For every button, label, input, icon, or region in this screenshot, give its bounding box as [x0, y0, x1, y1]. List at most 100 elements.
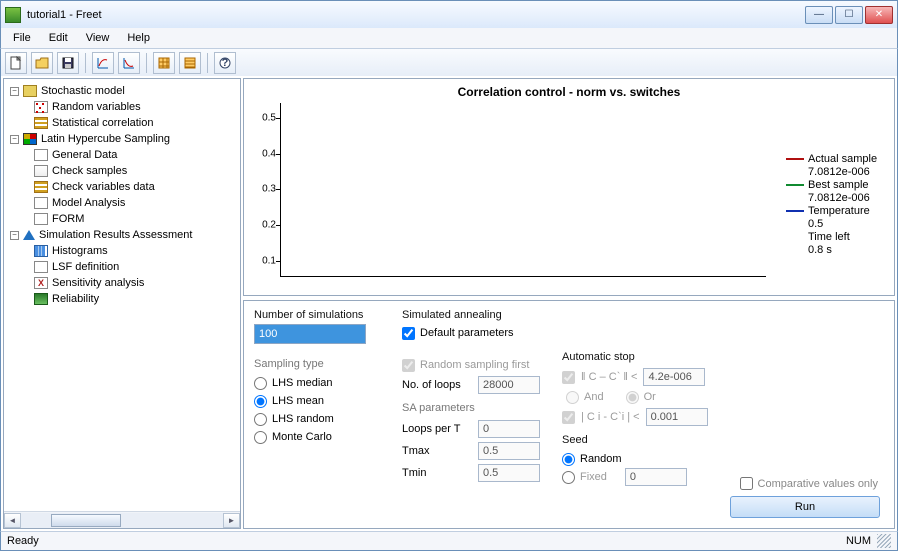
- sampling-type-label: Sampling type: [254, 358, 394, 370]
- y-axis: [280, 103, 281, 277]
- sa-params-label: SA parameters: [402, 402, 554, 414]
- tree-sim-results[interactable]: Simulation Results Assessment: [39, 229, 192, 241]
- legend-temp: Temperature: [808, 205, 870, 217]
- tree-statistical-correlation[interactable]: Statistical correlation: [52, 117, 154, 129]
- model-icon: [23, 85, 37, 97]
- status-num: NUM: [846, 535, 871, 547]
- legend-swatch: [786, 210, 804, 212]
- tree-model-analysis[interactable]: Model Analysis: [52, 197, 125, 209]
- histogram-icon: [34, 245, 48, 257]
- tree-sensitivity[interactable]: Sensitivity analysis: [52, 277, 144, 289]
- menu-edit[interactable]: Edit: [41, 30, 76, 46]
- cc-label: ‖ C – C` ‖ <: [581, 371, 637, 383]
- legend-temp-value: 0.5: [808, 218, 823, 230]
- seed-input: [625, 468, 687, 486]
- cc-input: [643, 368, 705, 386]
- y-tick-label: 0.3: [252, 184, 276, 195]
- chart-panel: Correlation control - norm vs. switches …: [243, 78, 895, 296]
- y-tick-label: 0.1: [252, 255, 276, 266]
- scroll-thumb[interactable]: [51, 514, 121, 527]
- tree-lhs[interactable]: Latin Hypercube Sampling: [41, 133, 170, 145]
- close-button[interactable]: ✕: [865, 6, 893, 24]
- status-bar: Ready NUM: [0, 531, 898, 551]
- save-file-icon[interactable]: [57, 52, 79, 74]
- minimize-button[interactable]: —: [805, 6, 833, 24]
- main-area: − Stochastic model Random variables Stati…: [0, 76, 898, 531]
- chart-title: Correlation control - norm vs. switches: [252, 85, 886, 99]
- tree-check-samples[interactable]: Check samples: [52, 165, 127, 177]
- sa-group-label: Simulated annealing: [402, 309, 554, 321]
- menu-help[interactable]: Help: [119, 30, 158, 46]
- check-comparative[interactable]: Comparative values only: [740, 477, 878, 490]
- curve-icon: [34, 197, 48, 209]
- tree-form[interactable]: FORM: [52, 213, 84, 225]
- model-tree[interactable]: − Stochastic model Random variables Stati…: [4, 79, 240, 511]
- y-tick-label: 0.5: [252, 113, 276, 124]
- title-bar: tutorial1 - Freet — ☐ ✕: [0, 0, 898, 28]
- curve-icon: [34, 149, 48, 161]
- radio-lhs-random[interactable]: LHS random: [254, 410, 394, 428]
- horizontal-scrollbar[interactable]: ◄ ►: [4, 511, 240, 528]
- tree-reliability[interactable]: Reliability: [52, 293, 99, 305]
- tree-lsf-definition[interactable]: LSF definition: [52, 261, 119, 273]
- ci-input: [646, 408, 708, 426]
- flag-icon: [34, 165, 48, 177]
- chart-b-icon[interactable]: [118, 52, 140, 74]
- radio-or: [626, 391, 639, 404]
- tmin-input: [478, 464, 540, 482]
- menu-view[interactable]: View: [78, 30, 118, 46]
- numsim-input[interactable]: [254, 324, 366, 344]
- right-panel: Correlation control - norm vs. switches …: [243, 78, 895, 529]
- chart-a-icon[interactable]: [92, 52, 114, 74]
- tmin-label: Tmin: [402, 467, 472, 479]
- app-icon: [5, 7, 21, 23]
- legend-best: Best sample: [808, 179, 869, 191]
- reliability-icon: [34, 293, 48, 305]
- menu-file[interactable]: File: [5, 30, 39, 46]
- maximize-button[interactable]: ☐: [835, 6, 863, 24]
- triangle-icon: [23, 230, 35, 240]
- status-ready: Ready: [7, 535, 39, 547]
- y-tick-label: 0.4: [252, 148, 276, 159]
- seed-label: Seed: [562, 434, 712, 446]
- new-file-icon[interactable]: [5, 52, 27, 74]
- tree-histograms[interactable]: Histograms: [52, 245, 108, 257]
- radio-monte-carlo[interactable]: Monte Carlo: [254, 428, 394, 446]
- numsim-label: Number of simulations: [254, 309, 394, 321]
- radio-lhs-median[interactable]: LHS median: [254, 374, 394, 392]
- resize-grip-icon[interactable]: [877, 534, 891, 548]
- tree-stochastic-model[interactable]: Stochastic model: [41, 85, 125, 97]
- tree-check-variables[interactable]: Check variables data: [52, 181, 155, 193]
- toolbar: ?: [0, 48, 898, 76]
- run-button[interactable]: Run: [730, 496, 880, 518]
- tmax-label: Tmax: [402, 445, 472, 457]
- scroll-left-icon[interactable]: ◄: [4, 513, 21, 528]
- settings-panel: Number of simulations Sampling type LHS …: [243, 300, 895, 529]
- check-random-first[interactable]: Random sampling first: [402, 356, 554, 374]
- radio-and: [566, 391, 579, 404]
- x-axis: [280, 276, 766, 277]
- tree-random-variables[interactable]: Random variables: [52, 101, 141, 113]
- expander-icon[interactable]: −: [10, 87, 19, 96]
- scroll-right-icon[interactable]: ►: [223, 513, 240, 528]
- expander-icon[interactable]: −: [10, 231, 19, 240]
- tree-general-data[interactable]: General Data: [52, 149, 117, 161]
- scroll-track[interactable]: [21, 513, 223, 528]
- grid2-icon[interactable]: [179, 52, 201, 74]
- open-file-icon[interactable]: [31, 52, 53, 74]
- chart-plot-area: 0.5 0.4 0.3 0.2 0.1: [252, 103, 786, 291]
- check-default-params[interactable]: Default parameters: [402, 324, 554, 342]
- svg-text:?: ?: [222, 57, 229, 69]
- radio-lhs-mean[interactable]: LHS mean: [254, 392, 394, 410]
- expander-icon[interactable]: −: [10, 135, 19, 144]
- lsf-icon: [34, 261, 48, 273]
- loops-per-t-input: [478, 420, 540, 438]
- radio-seed-fixed[interactable]: [562, 471, 575, 484]
- ci-label: | C i - C`i | <: [581, 411, 640, 423]
- grid1-icon[interactable]: [153, 52, 175, 74]
- help-icon[interactable]: ?: [214, 52, 236, 74]
- dice-icon: [34, 101, 48, 113]
- radio-seed-random[interactable]: Random: [562, 450, 712, 468]
- loops-per-t-label: Loops per T: [402, 423, 472, 435]
- window-title: tutorial1 - Freet: [27, 9, 805, 21]
